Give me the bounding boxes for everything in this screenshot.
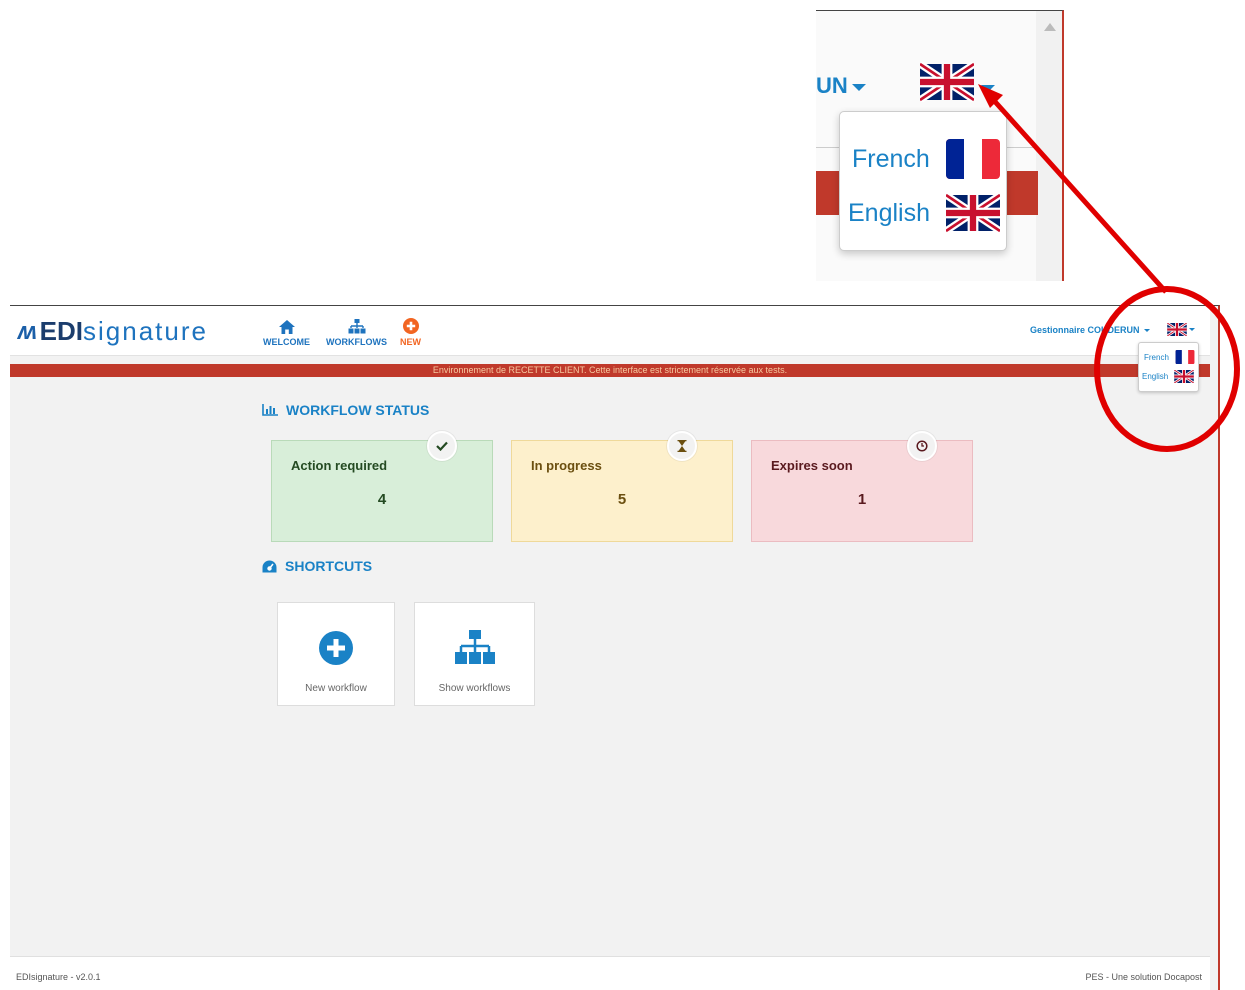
dashboard-icon	[262, 560, 277, 573]
home-icon	[278, 316, 295, 334]
logo-edi: EDI	[39, 316, 84, 346]
clock-icon	[907, 431, 937, 461]
uk-flag-icon	[1167, 323, 1187, 336]
nav-welcome[interactable]: WELCOME	[263, 316, 310, 347]
uk-flag-icon[interactable]	[920, 62, 974, 102]
nav-label: WELCOME	[263, 337, 310, 347]
logo-mark: ʍ	[18, 317, 37, 345]
language-label: French	[1144, 352, 1169, 362]
card-label: In progress	[531, 458, 602, 473]
uk-flag-icon	[1174, 370, 1195, 383]
scrollbar[interactable]	[1036, 11, 1062, 281]
language-option-french[interactable]: French	[1144, 350, 1195, 364]
language-option-english[interactable]: English	[840, 188, 1006, 238]
card-count: 4	[377, 491, 387, 508]
nav-label: NEW	[400, 337, 421, 347]
shortcut-label: New workflow	[305, 683, 367, 694]
card-count: 1	[857, 491, 867, 508]
section-title: WORKFLOW STATUS	[286, 402, 430, 418]
language-label: English	[1142, 372, 1169, 381]
language-label: French	[852, 144, 930, 173]
chevron-down-icon	[1143, 329, 1150, 333]
chevron-down-icon	[1189, 328, 1195, 331]
fr-flag-icon	[945, 139, 1000, 179]
workflow-status-heading: WORKFLOW STATUS	[262, 402, 429, 418]
bar-chart-icon	[262, 404, 278, 416]
shortcut-new-workflow[interactable]: New workflow	[277, 602, 395, 706]
language-option-french[interactable]: French	[840, 134, 1006, 184]
footer: EDIsignature - v2.0.1 PES - Une solution…	[10, 956, 1210, 990]
shortcuts-heading: SHORTCUTS	[262, 558, 372, 574]
language-menu: French English	[1138, 342, 1199, 392]
shortcut-label: Show workflows	[438, 683, 511, 694]
card-label: Action required	[291, 458, 388, 473]
top-navbar: ʍ EDI signature WELCOME WORKFLOWS NEW Ge…	[10, 306, 1210, 356]
sitemap-icon	[454, 630, 495, 666]
sitemap-icon	[348, 316, 366, 334]
status-card-action-required[interactable]: Action required 4	[271, 431, 493, 542]
status-card-expires-soon[interactable]: Expires soon 1	[751, 431, 973, 542]
status-card-in-progress[interactable]: In progress 5	[511, 431, 733, 542]
scroll-up-icon[interactable]	[1044, 23, 1056, 31]
logo-signature: signature	[83, 316, 208, 346]
user-name-fragment[interactable]: UN	[816, 73, 848, 99]
check-icon	[427, 431, 457, 461]
shortcut-show-workflows[interactable]: Show workflows	[414, 602, 535, 706]
environment-banner: Environnement de RECETTE CLIENT. Cette i…	[10, 364, 1210, 377]
language-dropdown[interactable]	[1167, 323, 1195, 336]
language-label: English	[848, 198, 930, 227]
user-dropdown[interactable]: Gestionnaire COUDERUN	[1030, 325, 1150, 335]
nav-new[interactable]: NEW	[400, 316, 421, 347]
card-label: Expires soon	[771, 458, 853, 473]
zoom-inset: UN French English	[816, 10, 1064, 281]
chevron-down-icon[interactable]	[852, 84, 866, 91]
card-count: 5	[617, 491, 627, 508]
app-window: ʍ EDI signature WELCOME WORKFLOWS NEW Ge…	[10, 305, 1220, 990]
uk-flag-icon	[946, 193, 1000, 233]
plus-circle-icon	[402, 316, 419, 334]
section-title: SHORTCUTS	[285, 558, 373, 574]
fr-flag-icon	[1175, 350, 1195, 364]
user-name: Gestionnaire COUDERUN	[1030, 325, 1140, 335]
app-version: EDIsignature - v2.0.1	[16, 972, 101, 982]
language-menu: French English	[839, 111, 1007, 251]
edisignature-logo[interactable]: ʍ EDI signature	[18, 316, 208, 347]
footer-credit: PES - Une solution Docapost	[1085, 972, 1202, 982]
nav-workflows[interactable]: WORKFLOWS	[326, 316, 387, 347]
nav-label: WORKFLOWS	[326, 337, 387, 347]
hourglass-icon	[667, 431, 697, 461]
plus-circle-icon	[319, 630, 353, 666]
language-option-english[interactable]: English	[1142, 370, 1195, 383]
chevron-down-icon[interactable]	[981, 85, 995, 92]
